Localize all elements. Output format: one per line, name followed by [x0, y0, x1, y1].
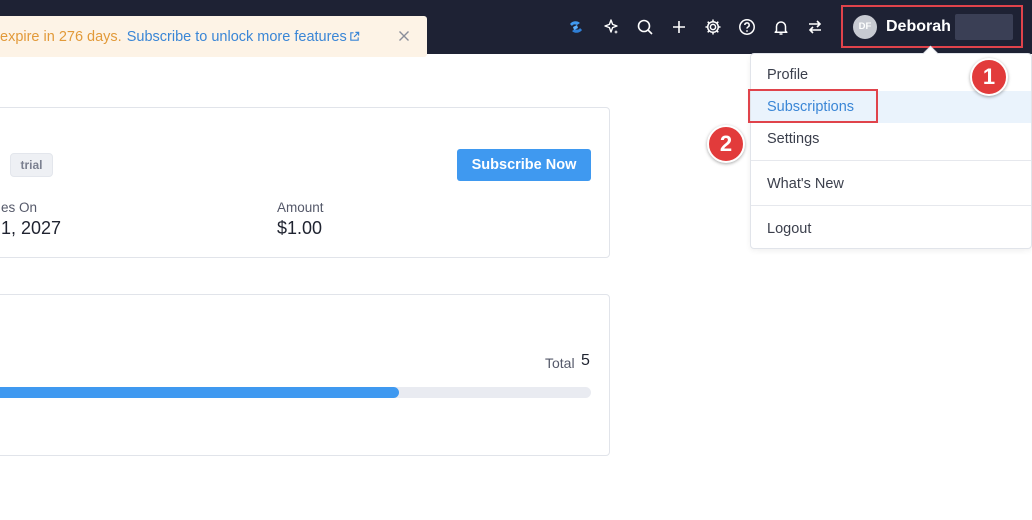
subscription-plan-card: trial Subscribe Now es On 1, 2027 Amount… [0, 107, 610, 258]
gear-icon[interactable] [703, 17, 723, 37]
user-name: Deborah [886, 17, 951, 35]
subscribe-link-text[interactable]: Subscribe to unlock more features [127, 29, 347, 45]
top-navigation-bar: expire in 276 days. Subscribe to unlock … [0, 0, 1032, 57]
status-badge: trial [10, 153, 53, 177]
menu-divider [751, 160, 1031, 161]
amount-value: $1.00 [277, 218, 323, 238]
search-icon[interactable] [635, 17, 655, 37]
ai-sparkle-icon[interactable] [601, 17, 621, 37]
close-icon[interactable] [395, 27, 413, 45]
menu-item-logout[interactable]: Logout [751, 213, 1031, 245]
help-icon[interactable] [737, 17, 757, 37]
menu-divider [751, 205, 1031, 206]
banner-expire-text: expire in 276 days. [0, 28, 122, 45]
plus-icon[interactable] [669, 17, 689, 37]
usage-progress-fill [0, 387, 399, 398]
expires-on-value: 1, 2027 [1, 218, 62, 238]
usage-card: Total 5 [0, 294, 610, 456]
redacted-surname [954, 13, 1013, 40]
usage-progress-bar [0, 387, 591, 398]
zia-logo-icon[interactable] [566, 17, 586, 37]
avatar: DF [853, 14, 877, 39]
bell-icon[interactable] [771, 17, 791, 37]
subscribe-link[interactable]: Subscribe to unlock more features [127, 29, 360, 45]
user-menu-button[interactable]: DF Deborah [841, 5, 1023, 48]
step-marker-1: 1 [970, 58, 1008, 96]
total-value: 5 [581, 352, 590, 369]
menu-item-whats-new[interactable]: What's New [751, 168, 1031, 200]
total-label: Total [545, 355, 575, 371]
external-link-icon [349, 31, 359, 41]
expires-on-label: es On [1, 200, 38, 215]
trial-expiry-banner: expire in 276 days. Subscribe to unlock … [0, 16, 427, 57]
amount-label: Amount [277, 200, 324, 215]
subscribe-now-button[interactable]: Subscribe Now [457, 149, 591, 181]
menu-item-settings[interactable]: Settings [751, 123, 1031, 155]
switch-arrows-icon[interactable] [805, 17, 825, 37]
step-marker-2: 2 [707, 125, 745, 163]
